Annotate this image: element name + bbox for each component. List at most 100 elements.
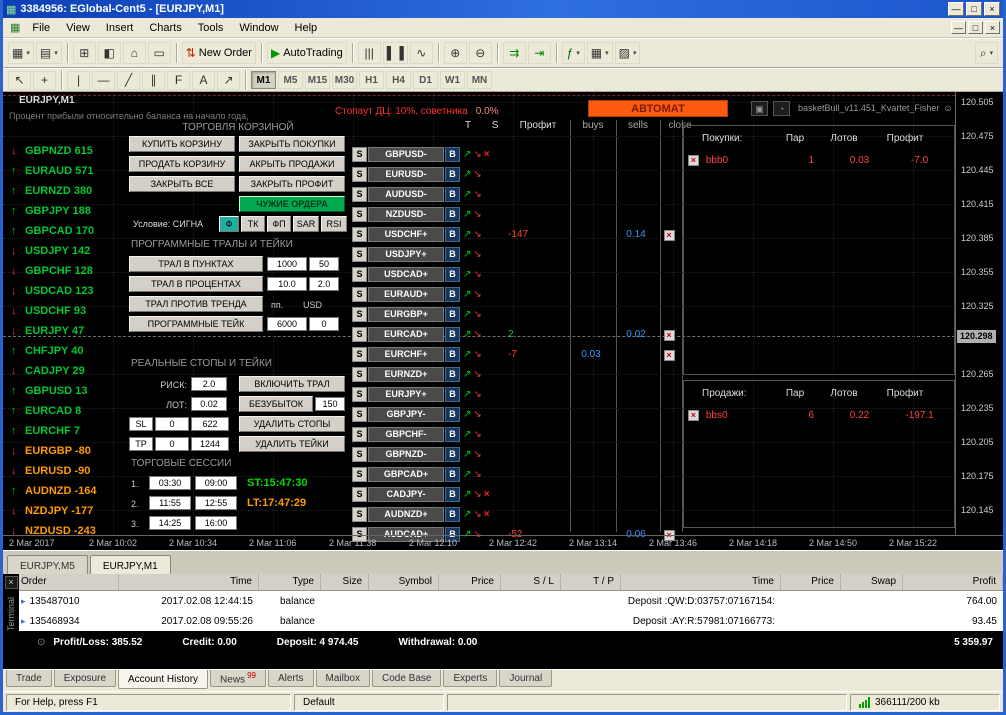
pair-ranking-item[interactable]: ↓EURGBP -80 [11,442,91,460]
panel-icon-button-2[interactable]: ◔ [773,101,790,116]
session-to-time[interactable]: 16:00 [195,516,237,530]
navigator-button[interactable]: ⌂ [123,42,146,64]
sell-eurcad+-button[interactable]: S [352,327,367,342]
program-take-value-1[interactable] [267,317,307,331]
pair-ranking-item[interactable]: ↓EURUSD -90 [11,462,90,480]
close-position-button[interactable]: × [664,330,675,341]
menu-view[interactable]: View [58,20,98,36]
condition-sar-button[interactable]: SAR [293,216,319,232]
fibonacci-retracement-button[interactable]: F [167,71,190,90]
menu-charts[interactable]: Charts [141,20,189,36]
pair-ranking-item[interactable]: ↑GBPJPY 188 [11,202,91,220]
timeframe-m30-button[interactable]: M30 [332,71,357,89]
terminal-tab-journal[interactable]: Journal [499,670,552,687]
sell-usdchf+-button[interactable]: S [352,227,367,242]
sell-gbpjpy--button[interactable]: S [352,407,367,422]
sell-eurusd--button[interactable]: S [352,167,367,182]
pair-ranking-item[interactable]: ↑GBPCAD 170 [11,222,94,240]
sell-gbpusd--button[interactable]: S [352,147,367,162]
sell-audnzd+-button[interactable]: S [352,507,367,522]
session-from-time[interactable]: 03:30 [149,476,191,490]
close-bbs0-button[interactable]: × [688,410,699,421]
buy-nzdusd--button[interactable]: B [445,207,460,222]
profiles-button[interactable]: ▤▾ [36,42,62,64]
child-close-button[interactable]: × [985,21,1000,34]
terminal-close-button[interactable]: × [5,576,18,589]
trail-counter-trend-button[interactable]: ТРАЛ ПРОТИВ ТРЕНДА [129,296,263,312]
terminal-column-header[interactable]: Symbol [369,574,439,590]
sell-eurgbp+-button[interactable]: S [352,307,367,322]
terminal-column-header[interactable]: Price [781,574,841,590]
time-axis[interactable]: 2 Mar 20172 Mar 10:022 Mar 10:342 Mar 11… [3,535,1003,550]
timeframe-m1-button[interactable]: M1 [251,71,276,89]
buy-eurusd--button[interactable]: B [445,167,460,182]
chart-area[interactable]: EURJPY,M1 Процент прибыли относительно б… [3,92,1003,550]
sell-cadjpy--button[interactable]: S [352,487,367,502]
search-button[interactable]: ⌕▾ [975,42,998,64]
chart-tab-eurjpy-m5[interactable]: EURJPY,M5 [7,555,88,574]
new-order-button[interactable]: ⇅New Order [182,42,256,64]
pair-ranking-item[interactable]: ↓EURJPY 47 [11,322,84,340]
buy-gbpnzd--button[interactable]: B [445,447,460,462]
lot-input[interactable] [191,397,227,411]
sell-euraud+-button[interactable]: S [352,287,367,302]
delete-takes-button[interactable]: УДАЛИТЬ ТЕЙКИ [239,436,345,452]
trail-percent-value-2[interactable] [309,277,339,291]
buy-audnzd+-button[interactable]: B [445,507,460,522]
history-row[interactable]: ▸1354689342017.02.08 09:55:26balanceDepo… [19,611,1003,631]
buy-gbpusd--button[interactable]: B [445,147,460,162]
terminal-column-header[interactable]: S / L [501,574,561,590]
breakeven-button[interactable]: БЕЗУБЫТОК [239,396,313,412]
pair-ranking-item[interactable]: ↑EURCHF 7 [11,422,80,440]
buy-eurcad+-button[interactable]: B [445,327,460,342]
pair-ranking-item[interactable]: ↓USDCAD 123 [11,282,93,300]
pair-ranking-item[interactable]: ↓USDCHF 93 [11,302,86,320]
pair-ranking-item[interactable]: ↓GBPCHF 128 [11,262,93,280]
close-button[interactable]: × [984,2,1000,16]
timeframe-h4-button[interactable]: H4 [386,71,411,89]
minimize-button[interactable]: — [948,2,964,16]
terminal-column-header[interactable]: Price [439,574,501,590]
sell-basket-button[interactable]: ПРОДАТЬ КОРЗИНУ [129,156,235,172]
menu-tools[interactable]: Tools [190,20,232,36]
condition-fp-button[interactable]: ФП [267,216,291,232]
child-minimize-button[interactable]: — [951,21,966,34]
buy-usdjpy+-button[interactable]: B [445,247,460,262]
terminal-tab-code-base[interactable]: Code Base [372,670,441,687]
trail-points-button[interactable]: ТРАЛ В ПУНКТАХ [129,256,263,272]
panel-icon-button-1[interactable]: ▣ [751,101,768,116]
buy-eurchf+-button[interactable]: B [445,347,460,362]
buy-usdchf+-button[interactable]: B [445,227,460,242]
price-scale[interactable]: 120.298 120.505120.475120.445120.415120.… [955,92,1003,535]
menu-file[interactable]: File [24,20,58,36]
automat-button[interactable]: АВТОМАТ [588,100,728,117]
crosshair-button[interactable]: + [33,71,56,90]
session-to-time[interactable]: 09:00 [195,476,237,490]
autotrading-button[interactable]: ▶AutoTrading [267,42,347,64]
close-position-button[interactable]: × [664,230,675,241]
sell-gbpcad+-button[interactable]: S [352,467,367,482]
market-watch-button[interactable]: ⊞ [73,42,96,64]
terminal-column-header[interactable]: Swap [841,574,903,590]
trendline-button[interactable]: ╱ [117,71,140,90]
close-bbb0-button[interactable]: × [688,155,699,166]
terminal-toggle-button[interactable]: ▭ [148,42,171,64]
terminal-column-header[interactable]: Time [621,574,781,590]
new-chart-button[interactable]: ▦▾ [8,42,34,64]
session-from-time[interactable]: 14:25 [149,516,191,530]
sell-gbpchf--button[interactable]: S [352,427,367,442]
zoom-in-button[interactable]: ⊕ [444,42,467,64]
pair-ranking-item[interactable]: ↑AUDNZD -164 [11,482,97,500]
foreign-orders-button[interactable]: ЧУЖИЕ ОРДЕРА [239,196,345,212]
text-label-button[interactable]: A [192,71,215,90]
sell-nzdusd--button[interactable]: S [352,207,367,222]
buy-gbpchf--button[interactable]: B [445,427,460,442]
arrows-tool-button[interactable]: ↗ [217,71,240,90]
sell-usdcad+-button[interactable]: S [352,267,367,282]
vertical-line-button[interactable]: | [67,71,90,90]
buy-cadjpy--button[interactable]: B [445,487,460,502]
zoom-out-button[interactable]: ⊖ [469,42,492,64]
terminal-column-header[interactable]: Size [321,574,369,590]
periods-button[interactable]: ▦▾ [587,42,613,64]
chart-tab-eurjpy-m1[interactable]: EURJPY,M1 [90,555,171,574]
